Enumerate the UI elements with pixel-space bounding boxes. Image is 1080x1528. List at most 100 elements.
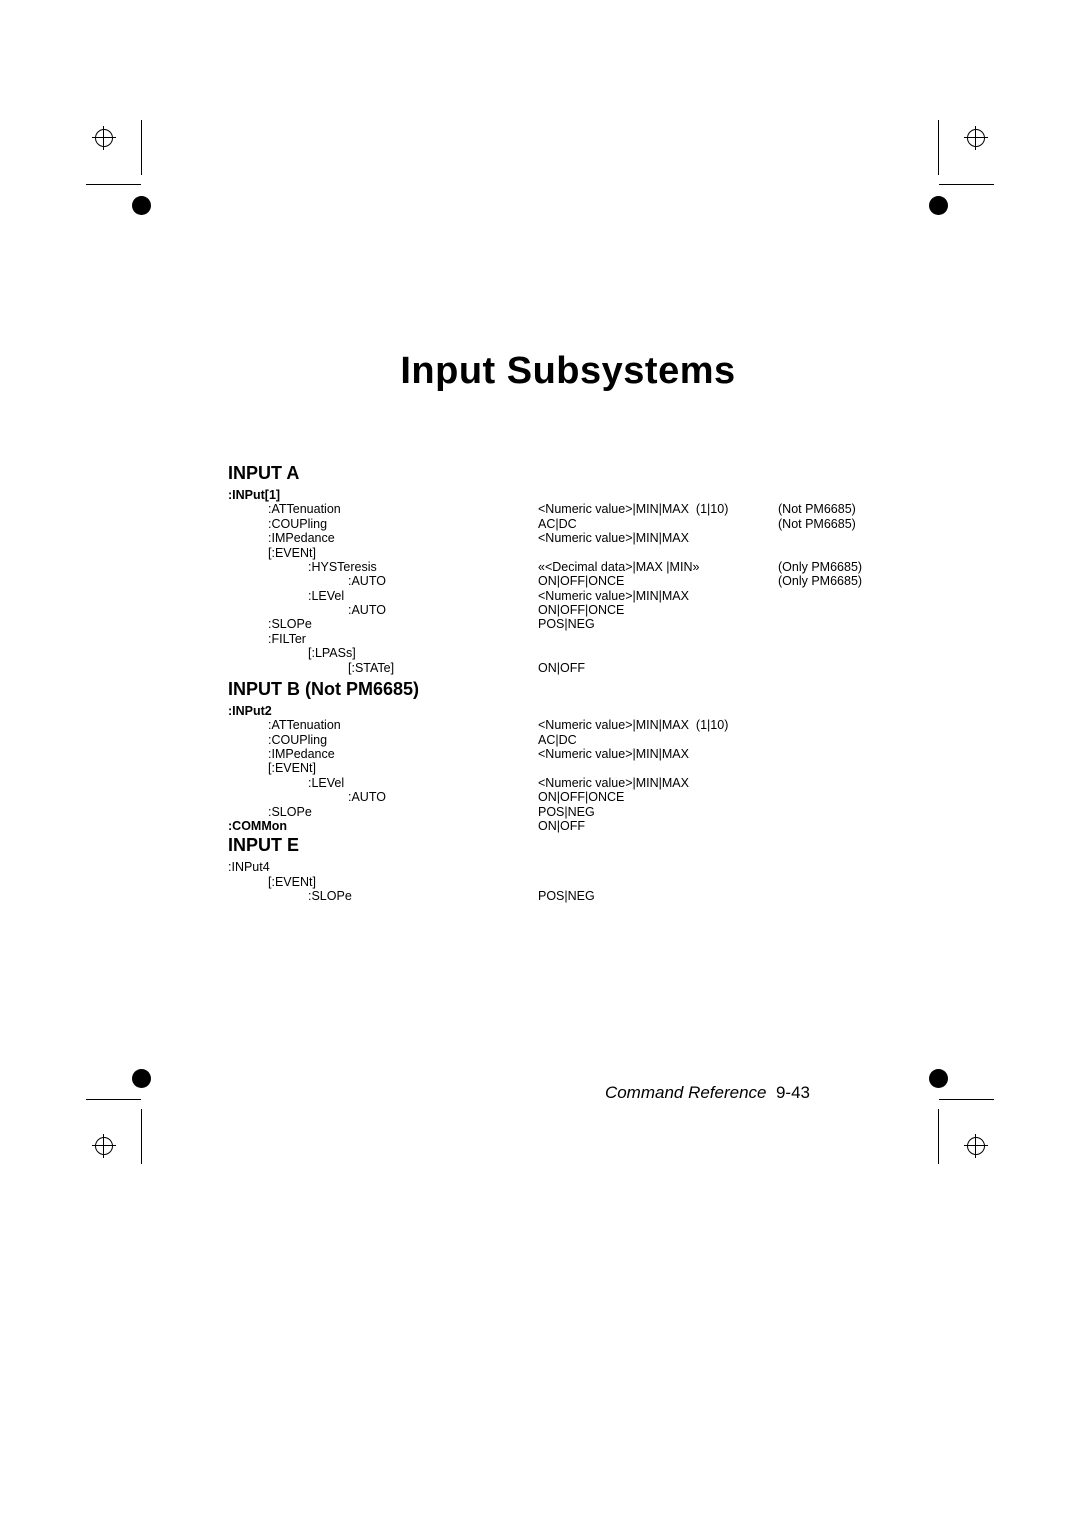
cmd-note xyxy=(778,546,908,560)
cmd-col1 xyxy=(228,889,268,903)
registration-plus xyxy=(92,1134,116,1158)
cmd-value: «<Decimal data>|MAX |MIN» xyxy=(538,560,778,574)
command-row: :ATTenuation<Numeric value>|MIN|MAX (1|1… xyxy=(228,502,908,516)
page-footer: Command Reference 9-43 xyxy=(605,1083,810,1103)
page: Input Subsystems INPUT A :INPut[1] :ATTe… xyxy=(0,0,1080,1528)
cmd-label: :LEVel xyxy=(308,589,538,603)
crop-h xyxy=(86,184,141,185)
cmd-label: :SLOPe xyxy=(268,617,538,631)
cmd-value xyxy=(538,875,778,889)
command-row: [:LPASs] xyxy=(228,646,908,660)
cmd-col1 xyxy=(228,603,268,617)
cmd-value: ON|OFF|ONCE xyxy=(538,603,778,617)
crop-mark xyxy=(92,126,116,150)
cmd-note xyxy=(778,632,908,646)
cmd-label: :AUTO xyxy=(348,574,538,588)
command-row: :FILTer xyxy=(228,632,908,646)
cmd-note xyxy=(778,776,908,790)
cmd-note xyxy=(778,875,908,889)
cmd-col1 xyxy=(228,776,268,790)
rows-input-e: [:EVENt]:SLOPePOS|NEG xyxy=(228,875,908,904)
cmd-value: <Numeric value>|MIN|MAX xyxy=(538,776,778,790)
command-row: :IMPedance<Numeric value>|MIN|MAX xyxy=(228,531,908,545)
cmd-label: :IMPedance xyxy=(268,747,538,761)
cmd-value: <Numeric value>|MIN|MAX (1|10) xyxy=(538,718,778,732)
cmd-note xyxy=(778,718,908,732)
cmd-value: ON|OFF|ONCE xyxy=(538,574,778,588)
cmd-col1 xyxy=(228,560,268,574)
command-row: :LEVel<Numeric value>|MIN|MAX xyxy=(228,589,908,603)
cmd-col1: :COMMon xyxy=(228,819,538,833)
cmd-note xyxy=(778,661,908,675)
rows-input-b: :ATTenuation<Numeric value>|MIN|MAX (1|1… xyxy=(228,718,908,833)
command-row: :COUPlingAC|DC xyxy=(228,733,908,747)
cmd-col1 xyxy=(228,790,268,804)
cmd-value: ON|OFF|ONCE xyxy=(538,790,778,804)
command-row: :HYSTeresis«<Decimal data>|MAX |MIN»(Onl… xyxy=(228,560,908,574)
section-heading-input-e: INPUT E xyxy=(228,835,908,856)
cmd-label: :COUPling xyxy=(268,517,538,531)
footer-text: Command Reference xyxy=(605,1083,767,1102)
cmd-col1 xyxy=(228,574,268,588)
cmd-label: :AUTO xyxy=(348,603,538,617)
cmd-value: AC|DC xyxy=(538,733,778,747)
cmd-note xyxy=(778,531,908,545)
cmd-col1 xyxy=(228,875,268,889)
command-row: :SLOPePOS|NEG xyxy=(228,889,908,903)
cmd-note xyxy=(778,617,908,631)
registration-plus xyxy=(92,126,116,150)
cmd-note xyxy=(778,733,908,747)
cmd-value: <Numeric value>|MIN|MAX xyxy=(538,747,778,761)
crop-dot xyxy=(929,1069,948,1088)
cmd-label: :LEVel xyxy=(308,776,538,790)
cmd-value: <Numeric value>|MIN|MAX xyxy=(538,589,778,603)
crop-dot xyxy=(929,196,948,215)
cmd-label: [:LPASs] xyxy=(308,646,538,660)
cmd-note xyxy=(778,603,908,617)
cmd-note xyxy=(778,761,908,775)
cmd-col1 xyxy=(228,531,268,545)
command-row: :IMPedance<Numeric value>|MIN|MAX xyxy=(228,747,908,761)
cmd-note xyxy=(778,646,908,660)
cmd-col1 xyxy=(228,646,268,660)
cmd-col1 xyxy=(228,805,268,819)
cmd-col2 xyxy=(268,574,308,588)
cmd-col3 xyxy=(308,661,348,675)
crop-h xyxy=(86,1099,141,1100)
cmd-note xyxy=(778,819,908,833)
cmd-value: AC|DC xyxy=(538,517,778,531)
cmd-label: :HYSTeresis xyxy=(308,560,538,574)
command-row: :COUPlingAC|DC(Not PM6685) xyxy=(228,517,908,531)
cmd-col2 xyxy=(268,646,308,660)
cmd-col1 xyxy=(228,589,268,603)
command-row: :ATTenuation<Numeric value>|MIN|MAX (1|1… xyxy=(228,718,908,732)
cmd-note xyxy=(778,889,908,903)
command-row: :SLOPePOS|NEG xyxy=(228,617,908,631)
cmd-label: :SLOPe xyxy=(308,889,538,903)
cmd-value xyxy=(538,646,778,660)
crop-v xyxy=(141,1109,142,1164)
section-heading-input-a: INPUT A xyxy=(228,463,908,484)
main-content: Input Subsystems INPUT A :INPut[1] :ATTe… xyxy=(228,350,908,903)
cmd-col1 xyxy=(228,661,268,675)
command-row: [:EVENt] xyxy=(228,875,908,889)
cmd-col1 xyxy=(228,718,268,732)
cmd-note: (Not PM6685) xyxy=(778,502,908,516)
cmd-value: <Numeric value>|MIN|MAX (1|10) xyxy=(538,502,778,516)
cmd-label: :IMPedance xyxy=(268,531,538,545)
cmd-note: (Not PM6685) xyxy=(778,517,908,531)
section-heading-input-b: INPUT B (Not PM6685) xyxy=(228,679,908,700)
cmd-label: :AUTO xyxy=(348,790,538,804)
command-row: :AUTOON|OFF|ONCE xyxy=(228,603,908,617)
cmd-col2 xyxy=(268,560,308,574)
cmd-col2 xyxy=(268,589,308,603)
cmd-note xyxy=(778,589,908,603)
command-row: :LEVel<Numeric value>|MIN|MAX xyxy=(228,776,908,790)
cmd-note xyxy=(778,747,908,761)
footer-page-number: 9-43 xyxy=(776,1083,810,1102)
cmd-value: ON|OFF xyxy=(538,661,778,675)
cmd-label: :ATTenuation xyxy=(268,718,538,732)
cmd-value xyxy=(538,632,778,646)
cmd-value xyxy=(538,546,778,560)
cmd-value: ON|OFF xyxy=(538,819,778,833)
